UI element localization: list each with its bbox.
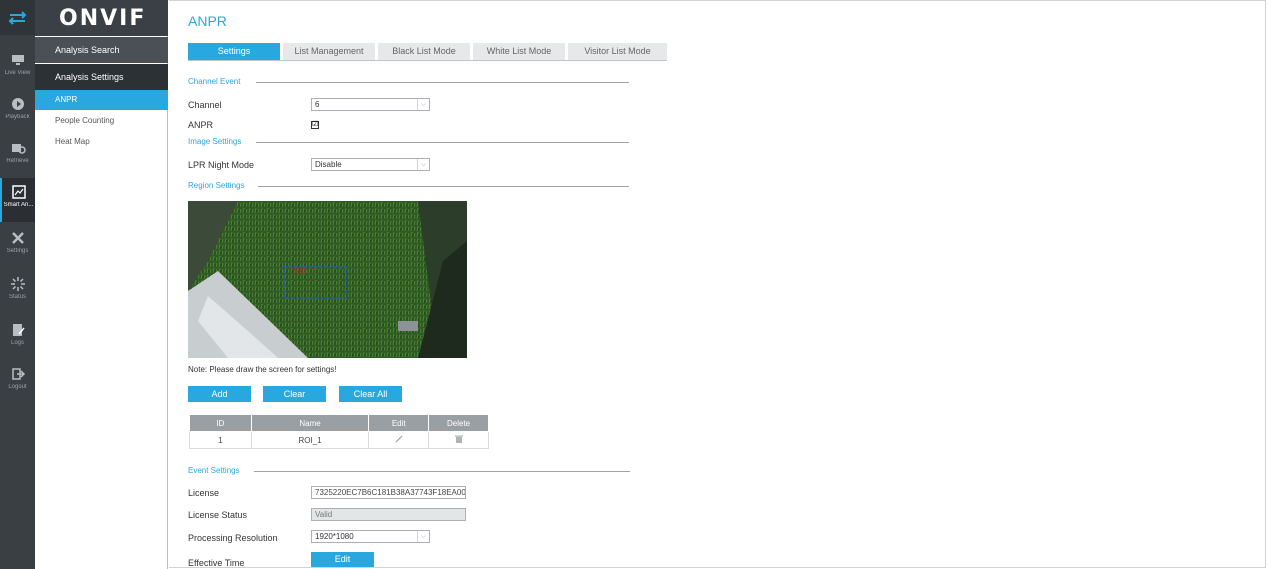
col-edit: Edit [368,414,430,432]
license-label: License [188,488,220,498]
anpr-checkbox[interactable]: ☑ [311,121,319,129]
tab-white-list-mode[interactable]: White List Mode [473,43,565,60]
effective-time-edit-button[interactable]: Edit [311,552,374,567]
roi-table: ID Name Edit Delete 1 ROI_1 [189,414,489,449]
page-title: ANPR [188,13,227,29]
settings-tools-icon [11,232,24,244]
cell-id: 1 [189,431,252,449]
rail-label: Playback [5,114,30,120]
add-button[interactable]: Add [188,386,251,402]
table-row: 1 ROI_1 [189,431,489,449]
tab-list-management[interactable]: List Management [283,43,375,60]
lpr-night-mode-select[interactable]: Disable ⌵ [311,158,430,171]
channel-label: Channel [188,100,222,110]
rail-label: Status [8,294,26,300]
col-id: ID [189,414,252,432]
onvif-logo: ONVIF [59,6,147,31]
license-input[interactable]: 7325220EC7B6C181B38A37743F18EA009 [311,486,466,499]
section-divider [256,82,629,83]
section-divider [256,142,629,143]
anpr-label: ANPR [188,120,214,130]
license-status-field: Valid [311,508,466,521]
chevron-down-icon: ⌵ [417,159,429,170]
roi-label: ROI_1 [294,267,318,276]
rail-logout[interactable]: Logout [0,360,35,404]
delete-row-button[interactable] [428,431,489,449]
section-region-settings: Region Settings [188,181,245,190]
main-content: ANPR Settings List Management Black List… [169,0,1266,568]
tab-visitor-list-mode[interactable]: Visitor List Mode [568,43,667,60]
effective-time-label: Effective Time [188,558,245,568]
logo-bar: ONVIF [35,0,168,36]
cell-name: ROI_1 [250,431,370,449]
rail-label: Live View [4,70,31,76]
trash-icon [454,435,463,443]
camera-preview-image: ROI_1 [188,201,467,358]
retrieve-icon [11,144,26,154]
edit-row-button[interactable] [368,431,430,449]
logout-icon [11,368,25,380]
rail-label: Retrieve [6,158,29,164]
lpr-night-mode-label: LPR Night Mode [188,160,255,170]
rail-label: Logs [10,340,24,346]
nav-analysis-search[interactable]: Analysis Search [35,37,168,63]
resolution-label: Processing Resolution [188,533,278,543]
rail-status[interactable]: Status [0,270,35,314]
rail-smart-analytics[interactable]: Smart An... [0,178,35,222]
section-event-settings: Event Settings [188,466,240,475]
license-status-label: License Status [188,510,248,520]
playback-icon [11,98,24,110]
resolution-select[interactable]: 1920*1080 ⌵ [311,530,430,543]
tab-underline [188,60,667,61]
status-icon [10,277,25,291]
rail-live-view[interactable]: Live View [0,46,35,90]
rail-label: Smart An... [3,202,34,208]
col-name: Name [250,414,370,432]
smart-analytics-icon [11,185,26,199]
chevron-down-icon: ⌵ [417,531,429,542]
camera-preview[interactable]: ROI_1 [188,201,467,358]
menu-toggle-button[interactable] [0,0,35,35]
rail-playback[interactable]: Playback [0,90,35,134]
icon-rail: Live View Playback Retrieve Smart An... … [0,0,35,569]
nav-item-people-counting[interactable]: People Counting [35,111,168,131]
section-divider [258,186,629,187]
menu-toggle-icon [8,11,27,25]
rail-retrieve[interactable]: Retrieve [0,134,35,178]
rail-label: Logout [8,384,27,390]
section-image-settings: Image Settings [188,137,242,146]
chevron-down-icon: ⌵ [417,99,429,110]
analysis-nav: ONVIF Analysis Search Analysis Settings … [35,0,168,569]
logs-icon [12,324,25,336]
rail-settings[interactable]: Settings [0,224,35,268]
pencil-icon [395,435,403,443]
section-divider [254,471,630,472]
channel-select[interactable]: 6 ⌵ [311,98,430,111]
rail-label: Settings [6,248,29,254]
clear-all-button[interactable]: Clear All [339,386,402,402]
nav-item-heat-map[interactable]: Heat Map [35,132,168,152]
resolution-value: 1920*1080 [315,532,354,541]
tab-black-list-mode[interactable]: Black List Mode [378,43,470,60]
nav-item-anpr[interactable]: ANPR [35,90,168,110]
nav-analysis-settings[interactable]: Analysis Settings [35,64,168,90]
section-channel-event: Channel Event [188,77,241,86]
channel-value: 6 [315,100,320,109]
lpr-night-mode-value: Disable [315,160,342,169]
monitor-icon [11,55,24,65]
col-delete: Delete [428,414,489,432]
clear-button[interactable]: Clear [263,386,326,402]
draw-note: Note: Please draw the screen for setting… [188,365,337,374]
rail-logs[interactable]: Logs [0,316,35,360]
tab-settings[interactable]: Settings [188,43,280,60]
